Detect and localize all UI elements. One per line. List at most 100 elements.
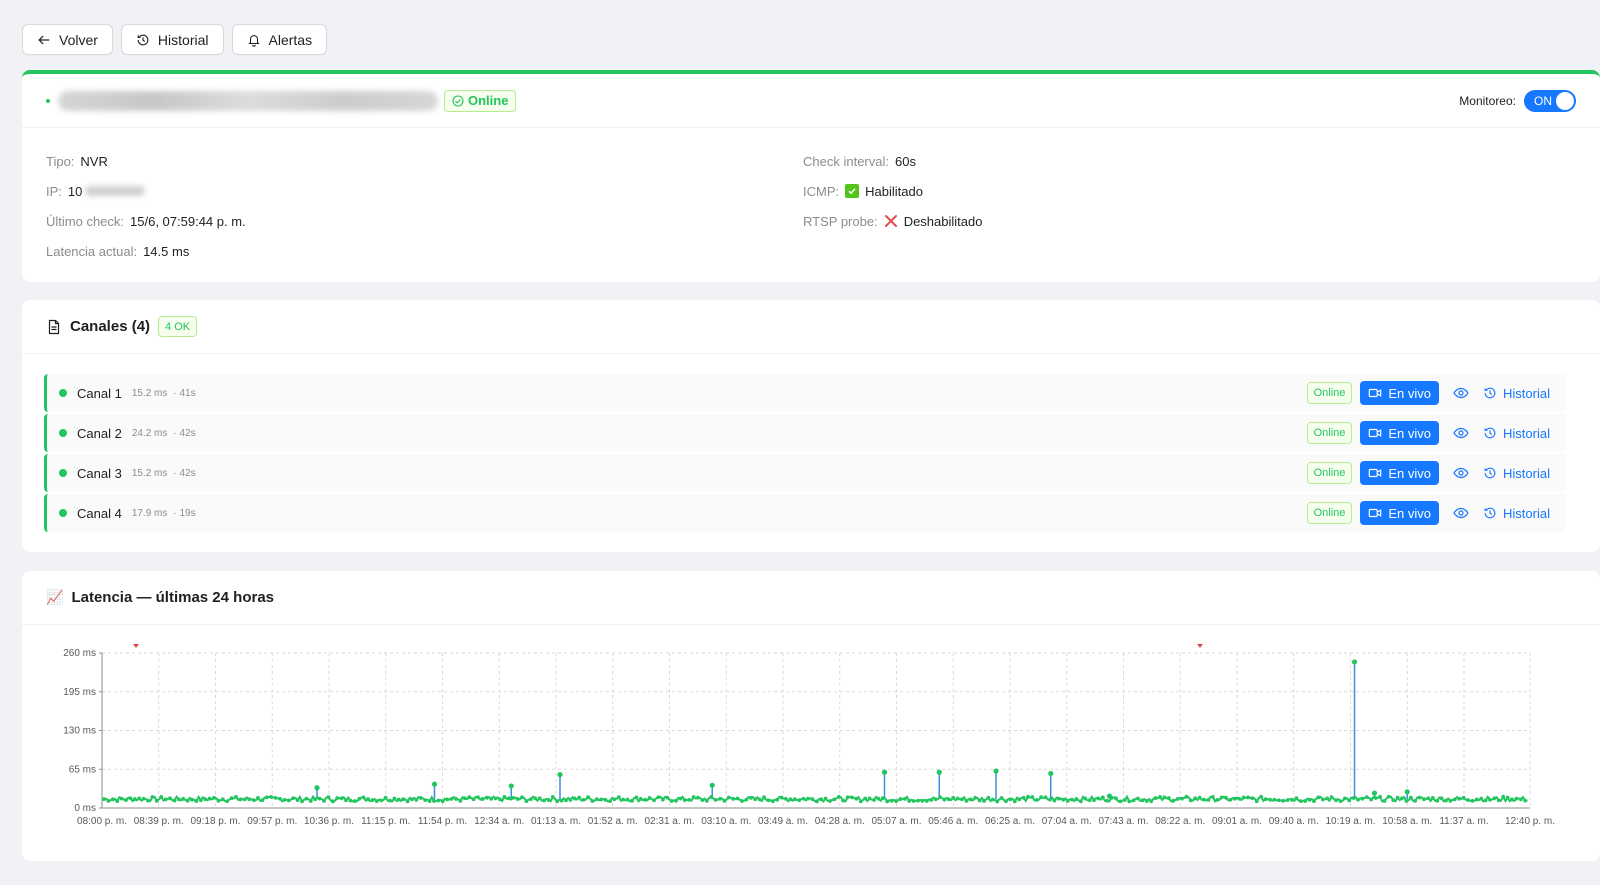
latency-point xyxy=(1039,795,1044,800)
latency-point xyxy=(1470,798,1475,803)
latency-point xyxy=(1092,798,1096,803)
latency-point xyxy=(1158,795,1162,799)
x-tick-label: 11:37 a. m. xyxy=(1439,816,1488,827)
latency-point xyxy=(977,798,982,803)
channels-header: Canales (4) 4 OK xyxy=(22,300,1600,354)
latency-point xyxy=(260,798,265,803)
eye-icon[interactable] xyxy=(1453,385,1469,401)
latency-point xyxy=(599,797,604,802)
latency-point xyxy=(432,799,436,803)
latency-point xyxy=(269,795,274,799)
latency-point xyxy=(854,796,859,801)
latency-point xyxy=(542,798,546,803)
latency-point xyxy=(1034,798,1039,802)
channel-history-link[interactable]: Historial xyxy=(1483,506,1552,521)
latency-point xyxy=(1351,796,1356,800)
eye-icon[interactable] xyxy=(1453,465,1469,481)
latency-point xyxy=(894,799,898,804)
latency-point xyxy=(581,797,586,802)
channel-name: Canal 1 xyxy=(77,385,122,401)
channel-history-link[interactable]: Historial xyxy=(1483,466,1552,481)
latency-point xyxy=(867,796,872,801)
latency-point xyxy=(1250,796,1255,801)
channel-row: Canal 4 17.9 ms · 19s Online En vivo His… xyxy=(44,494,1566,532)
channel-age: · 42s xyxy=(173,467,196,479)
latency-point xyxy=(1048,797,1052,802)
channel-age: · 19s xyxy=(173,507,196,519)
channel-history-label: Historial xyxy=(1503,425,1550,441)
latency-point xyxy=(264,795,269,800)
monitor-toggle[interactable]: ON xyxy=(1524,89,1576,112)
latency-point xyxy=(445,797,450,802)
latency-point xyxy=(726,795,731,800)
x-tick-label: 09:01 a. m. xyxy=(1212,816,1262,827)
latency-point xyxy=(682,798,687,803)
x-tick-label: 11:15 p. m. xyxy=(361,816,410,827)
live-view-button[interactable]: En vivo xyxy=(1360,421,1440,445)
latency-point xyxy=(1347,798,1352,803)
live-view-button[interactable]: En vivo xyxy=(1360,461,1440,485)
latency-point xyxy=(762,795,766,800)
toggle-knob xyxy=(1556,91,1574,110)
latency-point xyxy=(572,796,577,801)
latency-point xyxy=(691,795,696,799)
live-view-button[interactable]: En vivo xyxy=(1360,501,1440,525)
channel-history-link[interactable]: Historial xyxy=(1483,426,1552,441)
eye-icon[interactable] xyxy=(1453,425,1469,441)
latency-point xyxy=(814,799,819,804)
latency-point xyxy=(498,797,502,802)
latency-point xyxy=(1360,796,1365,801)
latency-point xyxy=(339,796,344,801)
latency-point xyxy=(458,798,463,803)
alerts-button[interactable]: Alertas xyxy=(231,24,328,55)
latency-point xyxy=(1466,798,1470,802)
latency-point xyxy=(1166,796,1171,800)
latency-point xyxy=(1268,797,1272,802)
latency-point xyxy=(1219,795,1224,800)
latency-point xyxy=(1087,798,1092,803)
info-row-interval: Check interval: 60s xyxy=(803,146,982,176)
latency-point xyxy=(766,798,771,803)
latency-point xyxy=(1118,799,1123,804)
latency-point xyxy=(1188,798,1193,803)
latency-point xyxy=(1144,799,1149,803)
latency-point xyxy=(1012,799,1017,804)
x-tick-label: 08:39 p. m. xyxy=(134,816,184,827)
latency-point xyxy=(242,797,247,802)
live-view-button[interactable]: En vivo xyxy=(1360,381,1440,405)
spike-point xyxy=(936,769,942,775)
latency-point xyxy=(154,798,159,803)
latency-point xyxy=(1430,796,1435,800)
latency-point xyxy=(696,795,700,800)
latency-point xyxy=(1294,796,1299,801)
latency-point xyxy=(401,797,406,802)
latency-point xyxy=(555,799,560,804)
latency-point xyxy=(1056,796,1061,801)
latency-point xyxy=(392,796,397,801)
x-tick-label: 04:28 a. m. xyxy=(815,816,865,827)
latency-point xyxy=(1259,794,1264,799)
latency-point xyxy=(638,796,643,801)
x-tick-label: 03:49 a. m. xyxy=(758,816,808,827)
channel-history-link[interactable]: Historial xyxy=(1483,386,1552,401)
device-status-badge: Online xyxy=(444,89,517,112)
latency-point xyxy=(1078,799,1083,804)
channels-ok-badge: 4 OK xyxy=(158,316,198,337)
latency-point xyxy=(141,796,146,801)
channel-name: Canal 3 xyxy=(77,465,122,481)
video-camera-icon xyxy=(1369,468,1382,478)
video-camera-icon xyxy=(1369,388,1382,398)
latency-point xyxy=(1408,795,1413,800)
event-marker xyxy=(133,644,139,648)
info-key: IP: xyxy=(46,183,62,199)
back-button[interactable]: Volver xyxy=(22,24,113,55)
latency-point xyxy=(902,797,907,801)
latency-point xyxy=(520,795,524,800)
latency-point xyxy=(1272,797,1277,802)
history-button[interactable]: Historial xyxy=(120,24,224,55)
device-card: Online Monitoreo: ON Tipo: NVR IP: 10 Úl… xyxy=(22,70,1600,282)
eye-icon[interactable] xyxy=(1453,505,1469,521)
latency-point xyxy=(986,795,991,800)
latency-point xyxy=(1197,795,1202,800)
x-tick-label: 08:22 a. m. xyxy=(1155,816,1205,827)
